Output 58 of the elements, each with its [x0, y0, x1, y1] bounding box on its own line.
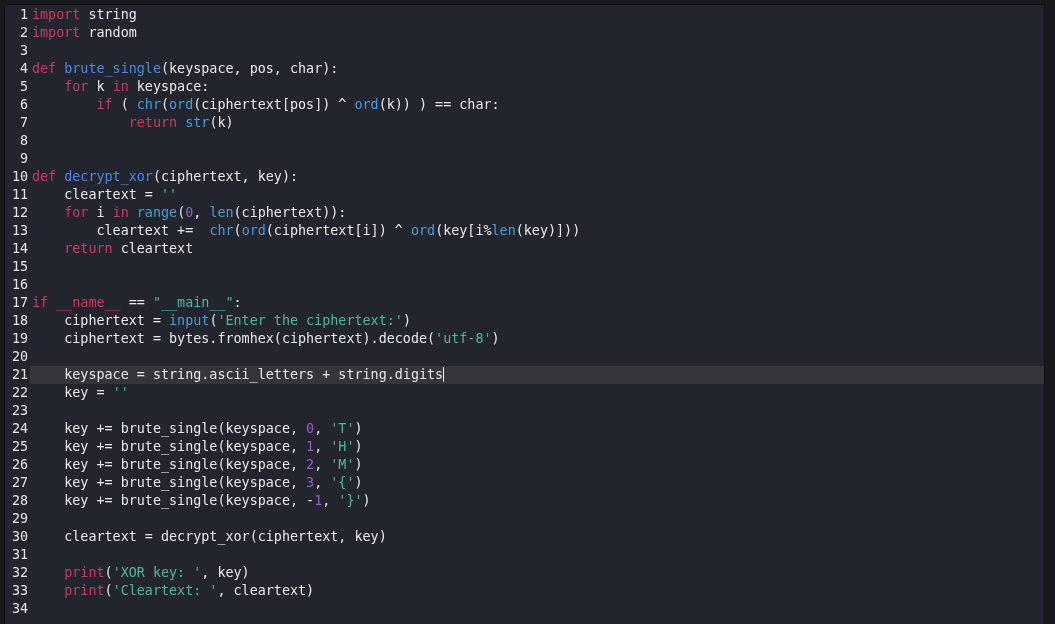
code-editor[interactable] — [4, 4, 1045, 624]
code-line: cleartext = '' — [63, 186, 179, 204]
code-line: key += brute_single(keyspace, -1, '}') — [63, 492, 372, 510]
line-number: 16 — [10, 276, 29, 294]
line-number: 3 — [18, 42, 29, 60]
line-number: 21 — [10, 366, 29, 384]
line-number: 25 — [10, 438, 29, 456]
code-line: for k in keyspace: — [63, 78, 211, 96]
line-number: 32 — [10, 564, 29, 582]
line-number: 5 — [18, 78, 29, 96]
line-number: 14 — [10, 240, 29, 258]
line-number: 31 — [10, 546, 29, 564]
code-line: return cleartext — [63, 240, 195, 258]
line-number: 24 — [10, 420, 29, 438]
line-number: 9 — [18, 150, 29, 168]
line-number: 6 — [18, 96, 29, 114]
line-number: 18 — [10, 312, 29, 330]
line-number: 30 — [10, 528, 29, 546]
code-line: key += brute_single(keyspace, 1, 'H') — [63, 438, 364, 456]
code-line: key += brute_single(keyspace, 3, '{') — [63, 474, 364, 492]
code-line: def decrypt_xor(ciphertext, key): — [31, 168, 300, 186]
code-line: key += brute_single(keyspace, 0, 'T') — [63, 420, 364, 438]
line-number: 33 — [10, 582, 29, 600]
line-number: 1 — [18, 6, 29, 24]
line-number: 2 — [18, 24, 29, 42]
code-line: def brute_single(keyspace, pos, char): — [31, 60, 340, 78]
line-number: 8 — [18, 132, 29, 150]
code-line: import string — [31, 6, 138, 24]
code-line: print('Cleartext: ', cleartext) — [63, 582, 316, 600]
code-line: print('XOR key: ', key) — [63, 564, 251, 582]
line-number: 19 — [10, 330, 29, 348]
code-line: key += brute_single(keyspace, 2, 'M') — [63, 456, 364, 474]
line-number: 20 — [10, 348, 29, 366]
code-line: return str(k) — [127, 114, 235, 132]
line-number: 28 — [10, 492, 29, 510]
code-line: ciphertext = input('Enter the ciphertext:') — [63, 312, 412, 330]
line-number: 17 — [10, 294, 29, 312]
line-number: 22 — [10, 384, 29, 402]
line-number: 34 — [10, 600, 29, 618]
code-line: ciphertext = bytes.fromhex(ciphertext).decode('utf-8') — [63, 330, 501, 348]
line-number: 11 — [10, 186, 29, 204]
code-line: for i in range(0, len(ciphertext)): — [63, 204, 348, 222]
code-line: if ( chr(ord(ciphertext[pos]) ^ ord(k)) ) == char: — [95, 96, 501, 114]
line-number: 23 — [10, 402, 29, 420]
code-line: cleartext += chr(ord(ciphertext[i]) ^ ord(key[i%len(key)])) — [95, 222, 582, 240]
line-number: 7 — [18, 114, 29, 132]
line-number: 15 — [10, 258, 29, 276]
line-number: 13 — [10, 222, 29, 240]
line-number: 27 — [10, 474, 29, 492]
code-line: import random — [31, 24, 138, 42]
line-number: 26 — [10, 456, 29, 474]
line-number: 10 — [10, 168, 29, 186]
code-line: key = '' — [63, 384, 130, 402]
code-line: cleartext = decrypt_xor(ciphertext, key) — [63, 528, 388, 546]
line-number: 12 — [10, 204, 29, 222]
line-number: 4 — [18, 60, 29, 78]
code-line: if __name__ == "__main__": — [31, 294, 243, 312]
line-number: 29 — [10, 510, 29, 528]
